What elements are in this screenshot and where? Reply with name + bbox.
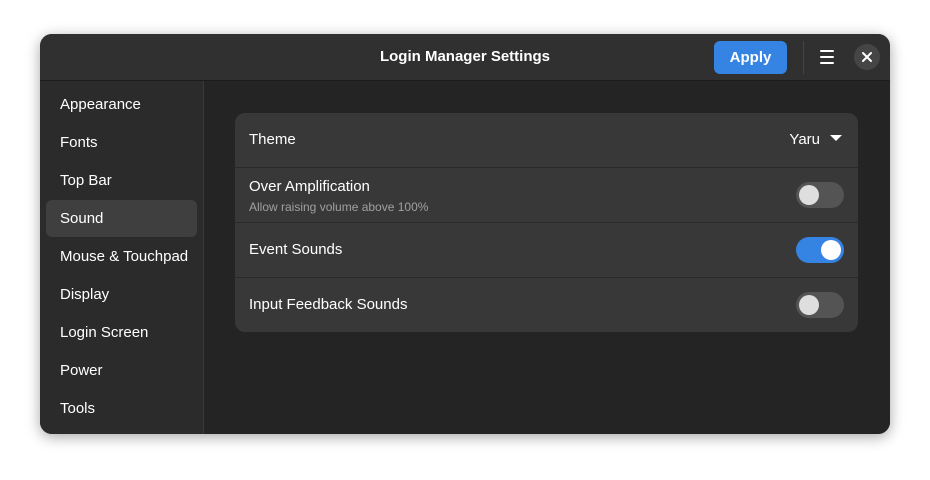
sidebar-item-tools[interactable]: Tools xyxy=(46,390,197,427)
theme-value: Yaru xyxy=(789,131,820,148)
input-feedback-sounds-switch[interactable] xyxy=(796,292,844,318)
theme-dropdown[interactable]: Yaru xyxy=(789,113,842,167)
headerbar: Login Manager Settings Apply xyxy=(40,34,890,81)
over-amplification-switch[interactable] xyxy=(796,182,844,208)
sidebar-item-sound[interactable]: Sound xyxy=(46,200,197,237)
close-button[interactable] xyxy=(854,44,880,70)
sound-settings-list: Theme Yaru Over Amplification Allow rais… xyxy=(235,113,858,332)
switch-knob xyxy=(799,295,819,315)
input-feedback-sounds-label: Input Feedback Sounds xyxy=(249,296,408,313)
settings-window: Login Manager Settings Apply Appearance … xyxy=(40,34,890,434)
dropdown-arrow-icon xyxy=(830,135,842,142)
sidebar-item-display[interactable]: Display xyxy=(46,276,197,313)
hamburger-menu-icon xyxy=(820,50,834,52)
sidebar-item-fonts[interactable]: Fonts xyxy=(46,124,197,161)
switch-knob xyxy=(821,240,841,260)
theme-row: Theme Yaru xyxy=(235,113,858,168)
apply-button[interactable]: Apply xyxy=(714,41,787,74)
theme-label: Theme xyxy=(249,131,296,148)
sidebar-item-login-screen[interactable]: Login Screen xyxy=(46,314,197,351)
event-sounds-row: Event Sounds xyxy=(235,223,858,278)
sidebar: Appearance Fonts Top Bar Sound Mouse & T… xyxy=(40,81,204,434)
sound-page: Theme Yaru Over Amplification Allow rais… xyxy=(204,81,890,434)
over-amplification-label: Over Amplification xyxy=(249,178,370,195)
over-amplification-subtitle: Allow raising volume above 100% xyxy=(249,200,429,214)
over-amplification-row: Over Amplification Allow raising volume … xyxy=(235,168,858,223)
input-feedback-sounds-row: Input Feedback Sounds xyxy=(235,278,858,332)
sidebar-item-power[interactable]: Power xyxy=(46,352,197,389)
close-icon xyxy=(862,52,872,62)
switch-knob xyxy=(799,185,819,205)
headerbar-separator xyxy=(803,41,804,74)
sidebar-item-mouse-touchpad[interactable]: Mouse & Touchpad xyxy=(46,238,197,275)
event-sounds-label: Event Sounds xyxy=(249,241,343,258)
sidebar-item-appearance[interactable]: Appearance xyxy=(46,86,197,123)
event-sounds-switch[interactable] xyxy=(796,237,844,263)
menu-button[interactable] xyxy=(814,42,840,72)
sidebar-item-top-bar[interactable]: Top Bar xyxy=(46,162,197,199)
